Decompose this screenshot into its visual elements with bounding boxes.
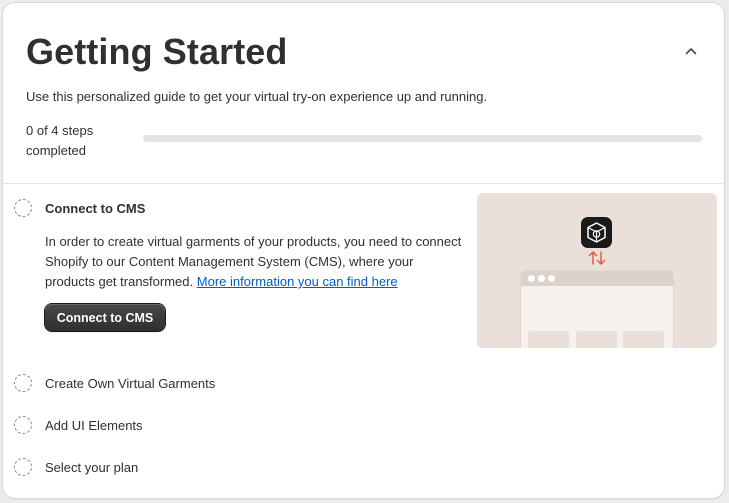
collapse-button[interactable]: [679, 39, 703, 63]
card-header: Getting Started Use this personalized gu…: [3, 3, 724, 184]
browser-dot: [528, 275, 535, 282]
step-3-title[interactable]: Add UI Elements: [45, 418, 143, 433]
step-1-title[interactable]: Connect to CMS: [45, 201, 145, 216]
product-tile: [576, 331, 617, 348]
browser-toolbar: [521, 271, 673, 286]
product-tile: [623, 331, 664, 348]
step-2-title[interactable]: Create Own Virtual Garments: [45, 376, 215, 391]
step-4-title[interactable]: Select your plan: [45, 460, 138, 475]
steps-progress-text: 0 of 4 steps completed: [26, 123, 94, 158]
step-1-description: In order to create virtual garments of y…: [45, 232, 465, 292]
divider: [3, 183, 724, 184]
product-tile: [528, 331, 569, 348]
connect-to-cms-button[interactable]: Connect to CMS: [45, 304, 165, 331]
step-1-status-circle[interactable]: [14, 199, 32, 217]
browser-mockup: [521, 271, 673, 348]
chevron-up-icon: [685, 48, 697, 55]
more-info-link[interactable]: More information you can find here: [197, 274, 398, 289]
browser-dot: [548, 275, 555, 282]
step-4-status-circle[interactable]: [14, 458, 32, 476]
sync-arrows-icon: [588, 251, 606, 265]
guide-subtitle: Use this personalized guide to get your …: [26, 89, 488, 104]
browser-dot: [538, 275, 545, 282]
progress-bar: [143, 135, 702, 142]
cms-illustration: [477, 193, 717, 348]
getting-started-card: Getting Started Use this personalized gu…: [3, 3, 724, 498]
app-logo-icon: [581, 217, 612, 248]
page-title: Getting Started: [26, 31, 288, 72]
step-3-status-circle[interactable]: [14, 416, 32, 434]
step-2-status-circle[interactable]: [14, 374, 32, 392]
